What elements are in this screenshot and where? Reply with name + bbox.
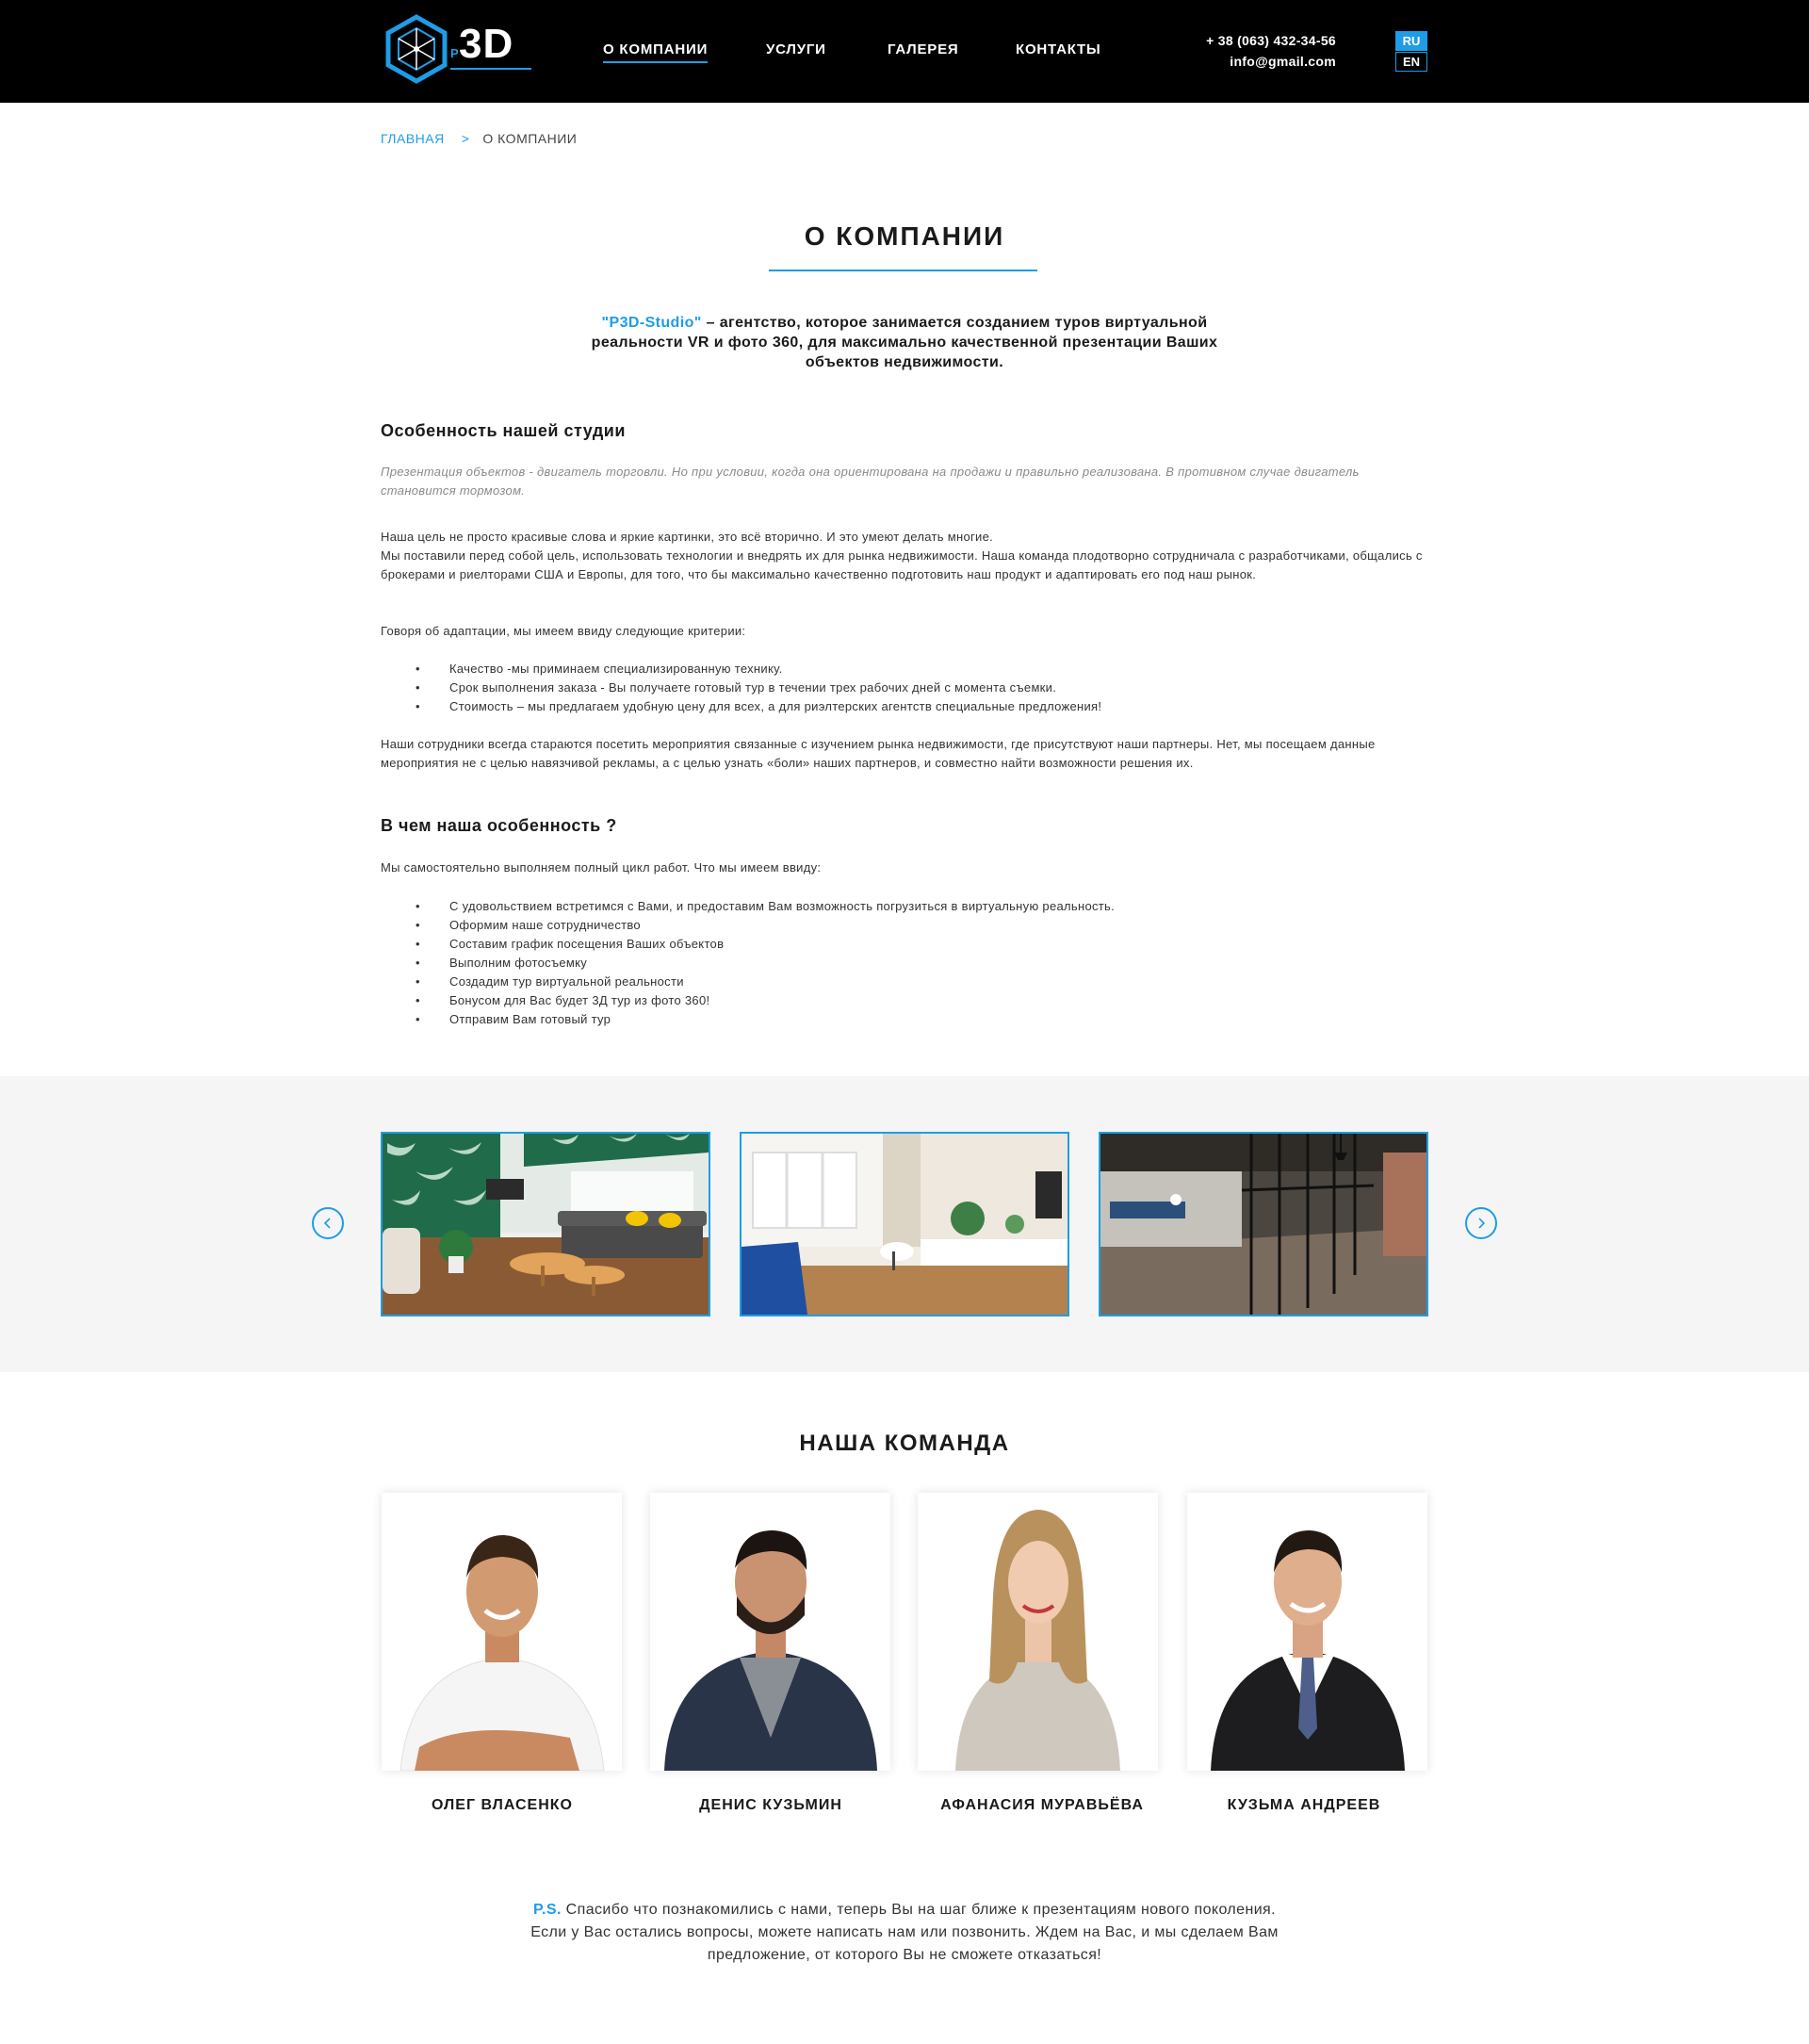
intro-text: "P3D-Studio" – агентство, которое занима… (556, 313, 1253, 372)
italic-paragraph-block: Презентация объектов - двигатель торговл… (381, 463, 1428, 500)
cycle-intro-block: Мы самостоятельно выполняем полный цикл … (381, 858, 1428, 877)
living-room-image (383, 1134, 709, 1315)
goal-paragraph-line2: Мы поставили перед собой цель, использов… (381, 548, 1423, 581)
goal-paragraph-block: Наша цель не просто красивые слова и ярк… (381, 528, 1428, 584)
events-paragraph-block: Наши сотрудники всегда стараются посетит… (381, 735, 1428, 773)
team-member-name-4: КУЗЬМА АНДРЕЕВ (1227, 1797, 1381, 1813)
team-member-photo-3 (918, 1493, 1158, 1771)
list-item: Оформим наше сотрудничество (381, 916, 1428, 935)
list-item: С удовольствием встретимся с Вами, и пре… (381, 897, 1428, 916)
logo-underline (450, 68, 531, 70)
nav-item-contacts[interactable]: КОНТАКТЫ (1016, 41, 1100, 57)
breadcrumb: ГЛАВНАЯ > О КОМПАНИИ (381, 131, 577, 146)
chevron-left-icon (323, 1218, 331, 1229)
header-contacts: + 38 (063) 432-34-56 info@gmail.com (1206, 30, 1336, 72)
events-paragraph: Наши сотрудники всегда стараются посетит… (381, 737, 1376, 770)
criteria-list: Качество -мы приминаем специализированну… (381, 660, 1428, 716)
list-item: Выполним фотосъемку (381, 954, 1428, 973)
goal-paragraph-line1: Наша цель не просто красивые слова и ярк… (381, 530, 994, 544)
gallery-image-office-corridor[interactable] (1099, 1132, 1428, 1316)
team-member-photo-1 (382, 1493, 622, 1771)
section-heading: Особенность нашей студии (381, 421, 626, 440)
cycle-intro: Мы самостоятельно выполняем полный цикл … (381, 860, 822, 875)
title-underline (769, 270, 1037, 271)
gallery-image-white-room[interactable] (740, 1132, 1069, 1316)
ps-label: P.S. (533, 1902, 562, 1918)
steps-list-block: С удовольствием встретимся с Вами, и пре… (381, 897, 1428, 1029)
office-corridor-image (1100, 1134, 1426, 1315)
carousel-next-button[interactable] (1465, 1207, 1497, 1239)
team-member-name-2: ДЕНИС КУЗЬМИН (699, 1797, 842, 1813)
criteria-intro-block: Говоря об адаптации, мы имеем ввиду след… (381, 622, 1428, 641)
logo-text-rest: 3D (458, 21, 514, 67)
list-item: Бонусом для Вас будет 3Д тур из фото 360… (381, 991, 1428, 1010)
intro-brand: "P3D-Studio" (601, 315, 702, 331)
language-switcher: RU EN (1395, 31, 1427, 72)
list-item: Срок выполнения заказа - Вы получаете го… (381, 679, 1428, 697)
carousel-prev-button[interactable] (312, 1207, 344, 1239)
breadcrumb-home-link[interactable]: ГЛАВНАЯ (381, 131, 445, 146)
breadcrumb-current: О КОМПАНИИ (482, 131, 578, 146)
list-item: Стоимость – мы предлагаем удобную цену д… (381, 697, 1428, 716)
team-member-name-1: ОЛЕГ ВЛАСЕНКО (432, 1797, 573, 1813)
nav-item-services[interactable]: УСЛУГИ (766, 41, 826, 57)
list-item: Составим график посещения Ваших объектов (381, 935, 1428, 954)
gallery-carousel (0, 1076, 1809, 1372)
list-item: Качество -мы приминаем специализированну… (381, 660, 1428, 679)
person-avatar-icon (1187, 1493, 1427, 1771)
nav-item-about[interactable]: О КОМПАНИИ (603, 41, 709, 63)
person-avatar-icon (382, 1493, 622, 1771)
person-avatar-icon (918, 1493, 1158, 1771)
breadcrumb-separator: > (461, 131, 470, 146)
section-studio-features: Особенность нашей студии (381, 421, 1428, 441)
list-item: Отправим Вам готовый тур (381, 1010, 1428, 1029)
list-item: Создадим тур виртуальной реальности (381, 973, 1428, 991)
gallery-image-living-room[interactable] (381, 1132, 710, 1316)
logo-text[interactable]: P3D (450, 21, 513, 68)
person-avatar-icon (650, 1493, 890, 1771)
white-room-image (742, 1134, 1067, 1315)
site-header: P3D О КОМПАНИИ УСЛУГИ ГАЛЕРЕЯ КОНТАКТЫ +… (0, 0, 1809, 103)
criteria-intro: Говоря об адаптации, мы имеем ввиду след… (381, 624, 746, 638)
steps-list: С удовольствием встретимся с Вами, и пре… (381, 897, 1428, 1029)
nav-item-gallery[interactable]: ГАЛЕРЕЯ (888, 41, 959, 57)
italic-paragraph: Презентация объектов - двигатель торговл… (381, 465, 1360, 498)
criteria-list-block: Качество -мы приминаем специализированну… (381, 660, 1428, 716)
email-link[interactable]: info@gmail.com (1206, 51, 1336, 72)
ps-text: Спасибо что познакомились с нами, теперь… (530, 1902, 1279, 1963)
section-heading: В чем наша особенность ? (381, 816, 617, 835)
ps-note: P.S. Спасибо что познакомились с нами, т… (528, 1899, 1281, 1967)
page-title: О КОМПАНИИ (804, 221, 1005, 251)
team-member-name-3: АФАНАСИЯ МУРАВЬЁВА (940, 1797, 1144, 1813)
team-title: НАША КОМАНДА (799, 1431, 1010, 1456)
logo-text-p: P (450, 46, 459, 60)
phone-link[interactable]: + 38 (063) 432-34-56 (1206, 30, 1336, 51)
lang-ru-button[interactable]: RU (1395, 31, 1427, 51)
team-member-photo-2 (650, 1493, 890, 1771)
chevron-right-icon (1478, 1218, 1486, 1229)
lang-en-button[interactable]: EN (1395, 52, 1427, 72)
section-our-feature: В чем наша особенность ? (381, 816, 1428, 836)
team-member-photo-4 (1187, 1493, 1427, 1771)
